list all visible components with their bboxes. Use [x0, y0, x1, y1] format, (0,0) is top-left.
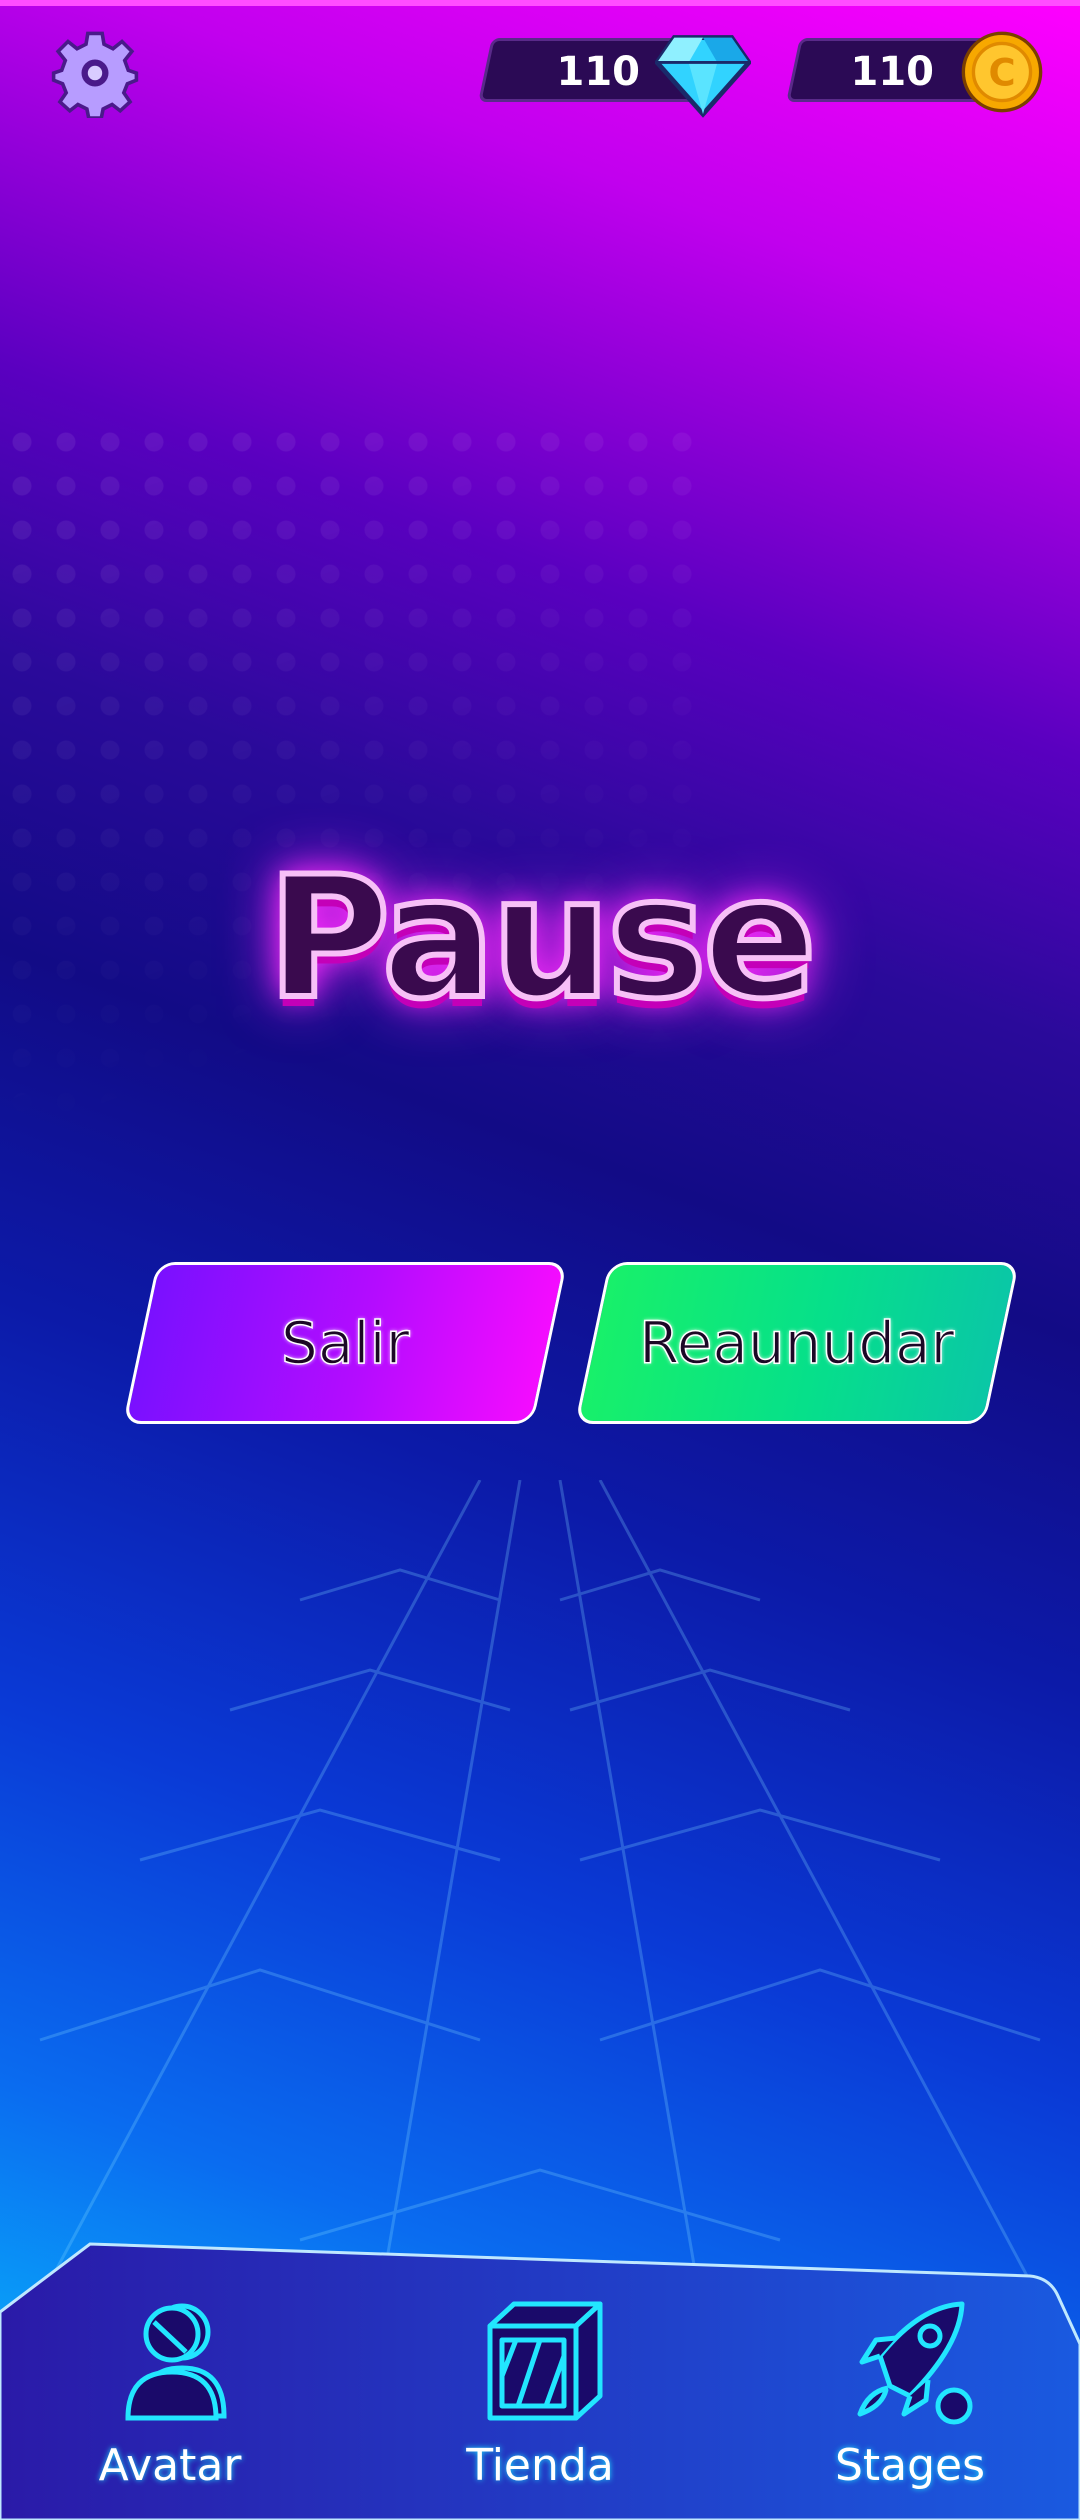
pause-title: Pause — [264, 837, 820, 1039]
avatar-icon — [125, 2303, 227, 2421]
nav-item-shop[interactable]: Tienda — [390, 2240, 690, 2520]
nav-label-shop: Tienda — [466, 2440, 614, 2491]
resume-button[interactable]: Reaunudar — [574, 1262, 1020, 1424]
resume-button-label: Reaunudar — [639, 1308, 956, 1378]
nav-label-stages: Stages — [834, 2440, 986, 2491]
gear-icon — [51, 31, 139, 120]
coin-icon: C — [961, 31, 1043, 113]
nav-label-avatar: Avatar — [98, 2440, 242, 2491]
rocket-icon — [857, 2301, 973, 2425]
shop-icon — [487, 2301, 603, 2421]
coins-value: 110 — [850, 49, 935, 95]
background-track-floor — [38, 1480, 1042, 2300]
diamond-icon — [655, 35, 751, 118]
bottom-navigation: Avatar Tienda Stages — [0, 2240, 1080, 2520]
exit-button[interactable]: Salir — [122, 1262, 568, 1424]
nav-item-avatar[interactable]: Avatar — [20, 2240, 320, 2520]
background-dot-pattern — [0, 420, 700, 1200]
nav-item-stages[interactable]: Stages — [760, 2240, 1060, 2520]
top-glow-line — [0, 0, 1080, 6]
gems-value: 110 — [556, 49, 641, 95]
coin-symbol: C — [988, 51, 1015, 94]
exit-button-label: Salir — [280, 1308, 410, 1378]
settings-button[interactable] — [50, 28, 140, 120]
